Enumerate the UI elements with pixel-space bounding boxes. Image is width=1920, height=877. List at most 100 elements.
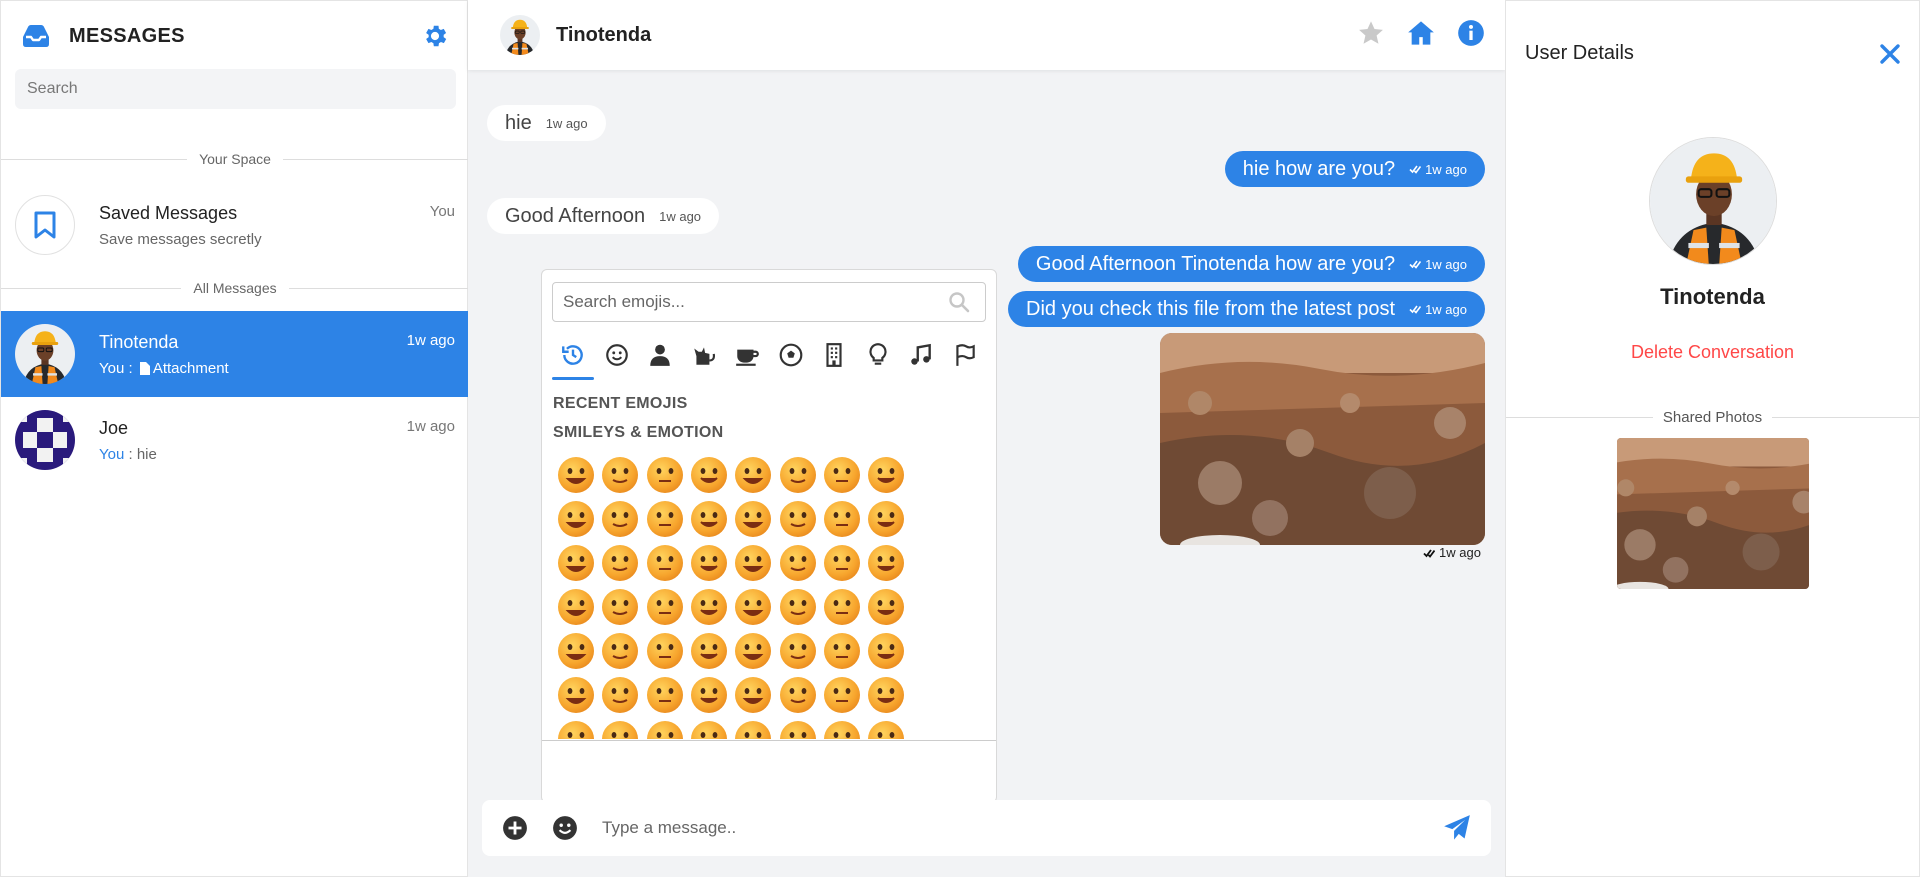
details-avatar (1649, 137, 1777, 265)
smirk-emoji-icon[interactable] (733, 631, 773, 671)
gear-icon[interactable] (421, 22, 449, 50)
zip-emoji-icon[interactable] (866, 587, 906, 627)
chat-avatar[interactable] (500, 15, 540, 55)
yum-emoji-icon[interactable] (778, 543, 818, 583)
face-emoji-icon[interactable] (689, 719, 729, 739)
face-emoji-icon[interactable] (600, 675, 640, 715)
tab-food[interactable] (726, 342, 768, 378)
hand-mouth-emoji-icon[interactable] (733, 587, 773, 627)
think-emoji-icon[interactable] (822, 587, 862, 627)
close-icon[interactable] (1879, 43, 1901, 65)
avatar (15, 410, 75, 470)
rofl-emoji-icon[interactable] (822, 455, 862, 495)
star-icon[interactable] (1357, 19, 1385, 47)
face-emoji-icon[interactable] (866, 675, 906, 715)
grimace-emoji-icon[interactable] (866, 631, 906, 671)
tab-flags[interactable] (944, 342, 986, 378)
saved-messages-avatar (15, 195, 75, 255)
message-input[interactable] (602, 818, 1427, 838)
wink-emoji-icon[interactable] (645, 499, 685, 539)
face-emoji-icon[interactable] (822, 719, 862, 739)
grin-big-emoji-icon[interactable] (600, 455, 640, 495)
no-mouth-emoji-icon[interactable] (689, 631, 729, 671)
blush-emoji-icon[interactable] (689, 499, 729, 539)
message-outgoing[interactable]: Did you check this file from the latest … (1008, 291, 1485, 327)
contact-item-joe[interactable]: Joe You : hie 1w ago (1, 397, 469, 483)
tongue-emoji-icon[interactable] (822, 543, 862, 583)
sweat-emoji-icon[interactable] (778, 455, 818, 495)
grin-emoji-icon[interactable] (556, 455, 596, 495)
shush-emoji-icon[interactable] (778, 587, 818, 627)
last-message-prefix: You : (99, 360, 137, 377)
send-icon[interactable] (1443, 814, 1471, 842)
face-emoji-icon[interactable] (778, 675, 818, 715)
search-input[interactable] (15, 69, 456, 109)
tab-smileys[interactable] (596, 342, 638, 378)
face-emoji-icon[interactable] (556, 719, 596, 739)
message-outgoing[interactable]: Good Afternoon Tinotenda how are you? 1w… (1017, 246, 1485, 282)
upside-emoji-icon[interactable] (600, 499, 640, 539)
heart-eyes-emoji-icon[interactable] (822, 499, 862, 539)
message-photo[interactable] (1160, 333, 1485, 545)
tab-recent[interactable] (552, 342, 594, 380)
face-emoji-icon[interactable] (733, 675, 773, 715)
star-eyes-emoji-icon[interactable] (866, 499, 906, 539)
kiss-heart-emoji-icon[interactable] (556, 543, 596, 583)
saved-messages-item[interactable]: Saved Messages Save messages secretly Yo… (1, 182, 469, 268)
message-outgoing[interactable]: hie how are you? 1w ago (1224, 151, 1485, 187)
emoji-search-input[interactable] (552, 282, 986, 322)
relieved-emoji-icon[interactable] (645, 543, 685, 583)
add-attachment-icon[interactable] (502, 815, 528, 841)
squint-emoji-icon[interactable] (733, 455, 773, 495)
section-recent-emojis: RECENT EMOJIS (553, 395, 688, 412)
face-emoji-icon[interactable] (778, 719, 818, 739)
slight-emoji-icon[interactable] (556, 499, 596, 539)
tab-people[interactable] (639, 342, 681, 378)
neutral-emoji-icon[interactable] (600, 631, 640, 671)
picker-divider (542, 740, 996, 741)
tab-objects[interactable] (857, 342, 899, 378)
contact-item-tinotenda[interactable]: Tinotenda You : Attachment 1w ago (1, 311, 469, 397)
face-emoji-icon[interactable] (645, 675, 685, 715)
face-emoji-icon[interactable] (822, 675, 862, 715)
tab-animals[interactable] (683, 342, 725, 378)
face-emoji-icon[interactable] (645, 719, 685, 739)
emoji-toggle-icon[interactable] (552, 815, 578, 841)
contact-name: Tinotenda (99, 332, 179, 352)
delete-conversation-button[interactable]: Delete Conversation (1506, 342, 1919, 363)
face-emoji-icon[interactable] (600, 719, 640, 739)
message-incoming[interactable]: Good Afternoon 1w ago (487, 198, 720, 234)
hearts-emoji-icon[interactable] (778, 499, 818, 539)
halo-emoji-icon[interactable] (733, 499, 773, 539)
money-emoji-icon[interactable] (645, 587, 685, 627)
bookmark-icon (34, 211, 56, 239)
hug-emoji-icon[interactable] (689, 587, 729, 627)
face-emoji-icon[interactable] (866, 719, 906, 739)
info-icon[interactable] (1457, 19, 1485, 47)
message-composer (482, 800, 1491, 856)
face-emoji-icon[interactable] (556, 675, 596, 715)
tab-activity[interactable] (770, 342, 812, 378)
tab-symbols[interactable] (900, 342, 942, 378)
kiss-closed-emoji-icon[interactable] (689, 543, 729, 583)
saved-messages-sub: Save messages secretly (99, 231, 262, 248)
tab-travel[interactable] (813, 342, 855, 378)
kiss-emoji-icon[interactable] (600, 543, 640, 583)
joy-emoji-icon[interactable] (866, 455, 906, 495)
photo-message-time: 1w ago (1423, 545, 1481, 560)
unamused-emoji-icon[interactable] (778, 631, 818, 671)
smile-teeth-emoji-icon[interactable] (645, 455, 685, 495)
squint-tongue-emoji-icon[interactable] (600, 587, 640, 627)
expressionless-emoji-icon[interactable] (645, 631, 685, 671)
shared-photo-thumb[interactable] (1617, 438, 1809, 589)
face-emoji-icon[interactable] (689, 675, 729, 715)
zany-emoji-icon[interactable] (556, 587, 596, 627)
home-icon[interactable] (1407, 19, 1435, 47)
message-incoming[interactable]: hie 1w ago (487, 105, 606, 141)
tongue-wink-emoji-icon[interactable] (866, 543, 906, 583)
roll-emoji-icon[interactable] (822, 631, 862, 671)
kiss-smile-emoji-icon[interactable] (733, 543, 773, 583)
beam-emoji-icon[interactable] (689, 455, 729, 495)
raised-brow-emoji-icon[interactable] (556, 631, 596, 671)
face-emoji-icon[interactable] (733, 719, 773, 739)
